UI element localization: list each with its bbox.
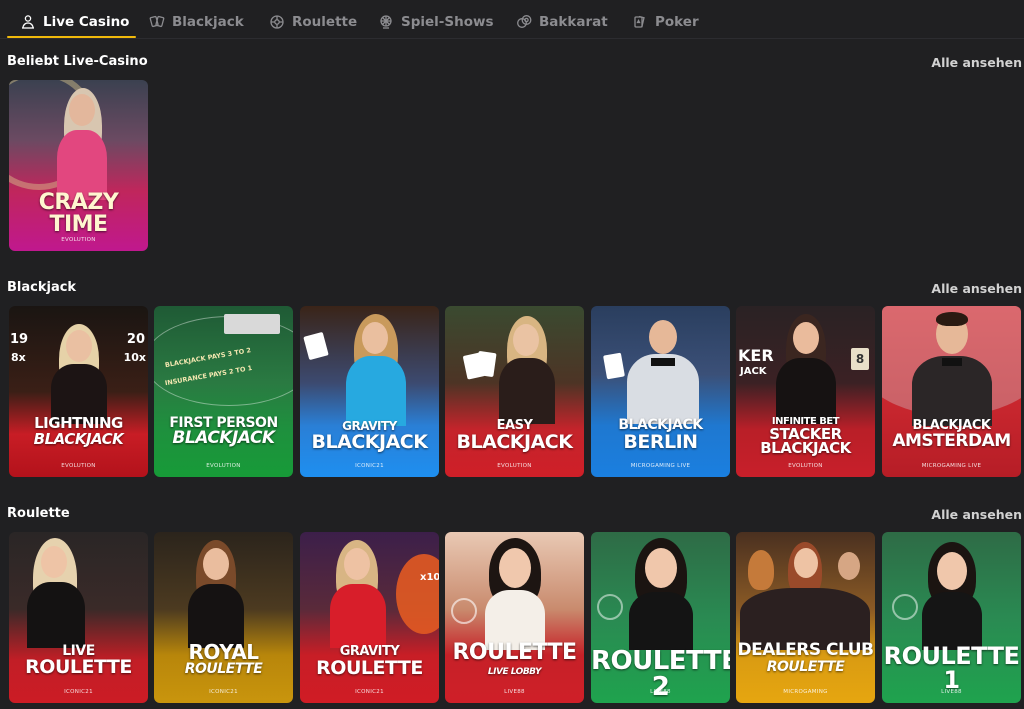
game-card-live-roulette[interactable]: LIVE ROULETTE ICONIC21 xyxy=(9,532,148,703)
game-title-line2: BLACKJACK xyxy=(172,428,275,448)
game-card-gravity-roulette[interactable]: x10 GRAVITY ROULETTE ICONIC21 xyxy=(300,532,439,703)
tab-game-shows[interactable]: Spiel-Shows xyxy=(378,10,494,34)
see-all-roulette-link[interactable]: Alle ansehen xyxy=(931,507,1022,522)
game-provider: MICROGAMING LIVE xyxy=(921,463,982,469)
game-card-roulette-2[interactable]: ROULETTE 2 LIVE88 xyxy=(591,532,730,703)
chips-icon xyxy=(517,15,532,28)
tab-poker[interactable]: Poker xyxy=(632,10,699,34)
tab-roulette[interactable]: Roulette xyxy=(269,10,357,34)
game-provider: MICROGAMING xyxy=(783,689,828,695)
see-all-blackjack-link[interactable]: Alle ansehen xyxy=(931,281,1022,296)
game-title-line2: ROULETTE xyxy=(25,656,132,678)
game-title-line1: ROULETTE 1 xyxy=(883,642,1020,694)
see-all-popular-link[interactable]: Alle ansehen xyxy=(931,55,1022,70)
partial-sign-text: JACK xyxy=(740,366,767,377)
game-provider: EVOLUTION xyxy=(497,463,532,469)
tab-label: Poker xyxy=(655,14,699,30)
game-provider: ICONIC21 xyxy=(64,689,93,695)
game-provider: EVOLUTION xyxy=(61,237,96,243)
side-number: 19 xyxy=(10,332,29,347)
game-title-line2: LIVE LOBBY xyxy=(487,667,542,677)
game-card-lightning-blackjack[interactable]: 19 8x 20 10x LIGHTNING BLACKJACK EVOLUTI… xyxy=(9,306,148,477)
section-title-roulette: Roulette xyxy=(7,506,70,521)
tab-live-casino[interactable]: Live Casino xyxy=(20,10,129,34)
game-provider: EVOLUTION xyxy=(206,463,241,469)
cards-icon xyxy=(149,15,165,28)
game-provider: ICONIC21 xyxy=(209,689,238,695)
game-title-line2: BLACKJACK xyxy=(33,430,124,448)
game-card-crazy-time[interactable]: CRAZY TIME EVOLUTION xyxy=(9,80,148,251)
tab-label: Blackjack xyxy=(172,14,244,30)
game-show-icon xyxy=(380,15,392,29)
game-title-line2: ROULETTE xyxy=(316,657,423,679)
tabs-divider xyxy=(0,38,1024,39)
game-card-royal-roulette[interactable]: ROYAL ROULETTE ICONIC21 xyxy=(154,532,293,703)
game-provider: ICONIC21 xyxy=(355,689,384,695)
game-provider: EVOLUTION xyxy=(788,463,823,469)
side-multiplier: 10x xyxy=(123,351,146,364)
side-multiplier: 8x xyxy=(11,351,26,364)
game-provider: LIVE88 xyxy=(941,689,962,695)
game-provider: MICROGAMING LIVE xyxy=(630,463,691,469)
game-title-line2: BLACKJACK xyxy=(311,431,428,453)
game-title-line1: LIGHTNING xyxy=(34,414,123,432)
category-tabs: Live Casino Blackjack Roulette Spiel-Sho… xyxy=(0,0,1024,40)
dealer-icon xyxy=(22,15,34,29)
card-badge: 8 xyxy=(851,348,869,370)
game-card-infinite-bet-stacker-blackjack[interactable]: KER JACK 8 INFINITE BET STACKER BLACKJAC… xyxy=(736,306,875,477)
blackjack-games-row: 19 8x 20 10x LIGHTNING BLACKJACK EVOLUTI… xyxy=(9,306,1024,477)
game-title-line1: DEALERS CLUB xyxy=(737,640,874,660)
tab-label: Roulette xyxy=(292,14,358,30)
game-title-line1: BLACKJACK xyxy=(618,417,703,433)
game-card-dealers-club-roulette[interactable]: DEALERS CLUB ROULETTE MICROGAMING xyxy=(736,532,875,703)
game-provider: EVOLUTION xyxy=(61,463,96,469)
game-card-gravity-blackjack[interactable]: GRAVITY BLACKJACK ICONIC21 xyxy=(300,306,439,477)
section-title-blackjack: Blackjack xyxy=(7,280,77,295)
tab-label: Live Casino xyxy=(43,14,130,30)
game-card-first-person-blackjack[interactable]: BLACKJACK PAYS 3 TO 2 INSURANCE PAYS 2 T… xyxy=(154,306,293,477)
game-title-line2: ROULETTE xyxy=(184,661,263,677)
game-title-line2: BERLIN xyxy=(623,431,698,453)
game-title-line2: ROULETTE xyxy=(766,659,845,675)
tab-blackjack[interactable]: Blackjack xyxy=(149,10,244,34)
game-title-line2: BLACKJACK xyxy=(456,431,573,453)
game-card-blackjack-amsterdam[interactable]: BLACKJACK AMSTERDAM MICROGAMING LIVE xyxy=(882,306,1021,477)
section-title-popular: Beliebt Live-Casino xyxy=(7,54,148,69)
game-card-roulette-live-lobby[interactable]: ROULETTE LIVE LOBBY LIVE88 xyxy=(445,532,584,703)
roulette-icon xyxy=(270,15,284,29)
game-provider: LIVE88 xyxy=(650,689,671,695)
game-provider: ICONIC21 xyxy=(355,463,384,469)
tab-label: Spiel-Shows xyxy=(401,14,494,30)
game-title-line1: ROYAL xyxy=(188,640,259,664)
game-card-easy-blackjack[interactable]: EASY BLACKJACK EVOLUTION xyxy=(445,306,584,477)
game-title: CRAZY TIME xyxy=(38,190,119,237)
tab-baccarat[interactable]: Bakkarat xyxy=(516,10,608,34)
game-title-line3: BLACKJACK xyxy=(760,439,851,457)
partial-sign-text: KER xyxy=(738,346,774,365)
multiplier-text: x10 xyxy=(420,572,439,583)
poker-cards-icon xyxy=(634,15,645,28)
game-card-roulette-1[interactable]: ROULETTE 1 LIVE88 xyxy=(882,532,1021,703)
tab-label: Bakkarat xyxy=(539,14,608,30)
game-card-blackjack-berlin[interactable]: BLACKJACK BERLIN MICROGAMING LIVE xyxy=(591,306,730,477)
roulette-games-row: LIVE ROULETTE ICONIC21 ROYAL ROULETTE IC… xyxy=(9,532,1024,703)
side-number: 20 xyxy=(126,332,145,347)
game-provider: LIVE88 xyxy=(504,689,525,695)
game-title-line1: ROULETTE xyxy=(452,640,577,665)
game-title-line2: AMSTERDAM xyxy=(892,431,1011,451)
